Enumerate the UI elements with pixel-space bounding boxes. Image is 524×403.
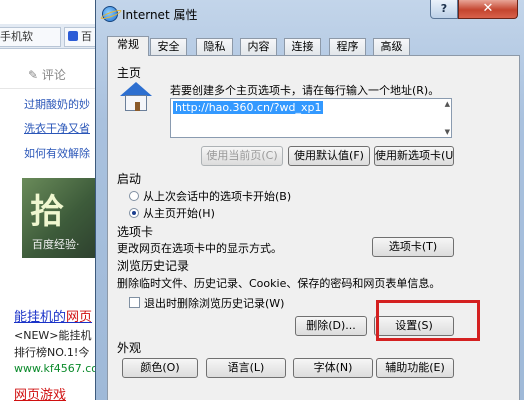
ie-icon: [102, 6, 118, 22]
startup-last-session-label[interactable]: 从上次会话中的选项卡开始(B): [143, 188, 291, 204]
dialog-title: Internet 属性: [122, 8, 198, 22]
tabs-section-label: 选项卡: [117, 225, 154, 239]
home-icon-door: [135, 102, 140, 111]
homepage-hint: 若要创建多个主页选项卡，请在每行输入一个地址(R)。: [170, 84, 440, 97]
colors-button[interactable]: 颜色(O): [122, 358, 198, 378]
result-url: www.kf4567.con: [14, 362, 100, 375]
internet-options-dialog: Internet 属性 ? ✕ 常规 安全 隐私 内容 连接 程序 高级 主页 …: [95, 0, 524, 400]
image-logo-glyph: 拾: [30, 192, 64, 232]
tab-security[interactable]: 安全: [150, 38, 187, 55]
dialog-titlebar[interactable]: Internet 属性 ? ✕: [96, 0, 524, 28]
history-settings-button[interactable]: 设置(S): [374, 316, 454, 336]
home-icon-roof: [120, 82, 152, 96]
result-title-2[interactable]: 网页游戏: [14, 384, 100, 403]
delete-history-on-exit-label[interactable]: 退出时删除浏览历史记录(W): [144, 295, 284, 311]
homepage-url-textarea[interactable]: http://hao.360.cn/?wd_xp1 ▲ ▼: [170, 98, 452, 138]
result-title-part-1: 能挂机的: [14, 310, 67, 325]
use-current-button[interactable]: 使用当前页(C): [201, 146, 283, 166]
result-snippet-1: <NEW>能挂机: [14, 329, 92, 342]
history-section-desc: 删除临时文件、历史记录、Cookie、保存的密码和网页表单信息。: [117, 277, 441, 290]
tab-advanced[interactable]: 高级: [373, 38, 410, 55]
delete-history-on-exit-checkbox[interactable]: [129, 297, 140, 308]
startup-last-session-radio[interactable]: [129, 191, 139, 201]
result-snippet-2: 排行榜NO.1!今: [14, 346, 90, 359]
comment-link[interactable]: ✎ 评论: [28, 66, 66, 83]
delete-history-button[interactable]: 删除(D)...: [295, 316, 367, 336]
search-result-title[interactable]: 能挂机的网页: [14, 306, 100, 325]
browser-tab-1[interactable]: 手机软: [0, 27, 61, 47]
scroll-up-arrow-icon[interactable]: ▲: [445, 100, 450, 108]
startup-homepage-radio[interactable]: [129, 208, 139, 218]
article-link-3[interactable]: 如何有效解除: [24, 145, 100, 161]
use-default-button[interactable]: 使用默认值(F): [288, 146, 370, 166]
image-caption: 百度经验·: [32, 238, 80, 251]
history-section-label: 浏览历史记录: [117, 259, 190, 273]
home-icon-body: [125, 95, 147, 111]
tab-connections[interactable]: 连接: [284, 38, 321, 55]
home-icon: [120, 82, 152, 112]
article-link-1[interactable]: 过期酸奶的妙: [24, 96, 100, 112]
tabs-section-desc: 更改网页在选项卡中的显示方式。: [117, 242, 282, 255]
general-tab-panel: 主页 若要创建多个主页选项卡，请在每行输入一个地址(R)。 http://hao…: [107, 55, 520, 400]
browser-tab-2-label: 百: [81, 30, 92, 43]
close-button[interactable]: ✕: [458, 0, 518, 19]
result-title-part-2: 网页: [66, 310, 93, 325]
languages-button[interactable]: 语言(L): [206, 358, 286, 378]
tab-programs[interactable]: 程序: [329, 38, 366, 55]
startup-homepage-label[interactable]: 从主页开始(H): [143, 205, 215, 221]
browser-tab-bar: 手机软 百: [0, 24, 110, 49]
homepage-section-label: 主页: [117, 66, 142, 80]
accessibility-button[interactable]: 辅助功能(E): [376, 358, 454, 378]
use-new-tab-button[interactable]: 使用新选项卡(U): [374, 146, 454, 166]
startup-section-label: 启动: [117, 172, 142, 186]
tab-content[interactable]: 内容: [240, 38, 277, 55]
tab-privacy[interactable]: 隐私: [196, 38, 233, 55]
appearance-section-label: 外观: [117, 341, 142, 355]
scroll-down-arrow-icon[interactable]: ▼: [445, 128, 450, 136]
tabs-settings-button[interactable]: 选项卡(T): [372, 237, 454, 257]
help-button[interactable]: ?: [430, 0, 458, 19]
homepage-url-value: http://hao.360.cn/?wd_xp1: [173, 101, 324, 114]
baidu-paw-icon: [68, 31, 78, 41]
baidu-jingyan-image[interactable]: 拾 百度经验·: [22, 178, 100, 258]
article-link-2[interactable]: 洗衣干净又省: [24, 120, 100, 136]
fonts-button[interactable]: 字体(N): [293, 358, 373, 378]
divider: [0, 88, 100, 89]
tab-general[interactable]: 常规: [107, 36, 149, 56]
